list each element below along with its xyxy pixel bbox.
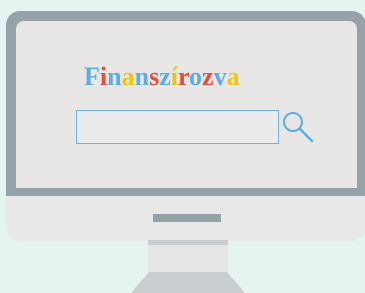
logo-letter: s [149,62,160,91]
monitor-screen [16,21,357,188]
monitor-stand-base [131,272,245,293]
monitor-stand-neck [148,245,228,275]
magnifier-icon [283,112,314,143]
logo-letter: F [84,62,100,91]
logo-letter: n [134,62,150,91]
monitor-stand-shadow [148,240,228,245]
logo-letter: r [177,62,190,91]
site-logo: Finanszírozva [84,62,240,92]
logo-letter: z [159,62,171,91]
logo-letter: a [226,62,240,91]
search-input[interactable] [76,110,279,144]
logo-letter: z [202,62,214,91]
monitor-chin-slot [153,214,221,222]
logo-letter: n [107,62,122,91]
logo-letter: o [189,62,203,91]
logo-letter: í [170,62,178,91]
logo-letter: v [213,62,227,91]
search-icon[interactable] [281,110,315,144]
logo-letter: a [121,62,135,91]
